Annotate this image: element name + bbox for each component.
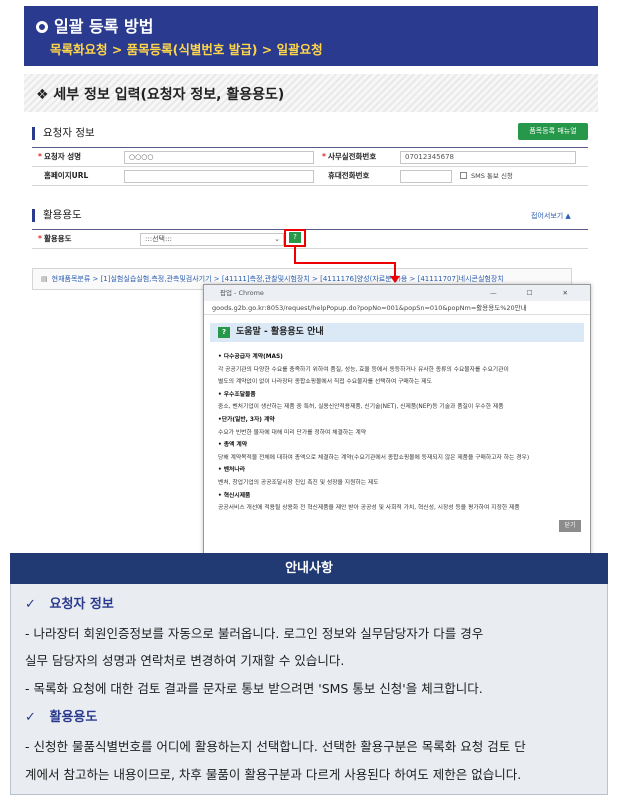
info-title: 안내사항	[10, 553, 608, 584]
requester-group-title: 요청자 정보	[32, 127, 95, 140]
info-line: - 신청한 물품식별번호를 어디에 활용하는지 선택합니다. 선택한 활용구분은…	[25, 739, 526, 754]
popup-item-head: • 우수조달물품	[218, 391, 256, 398]
popup-body: • 다수공급자 계약(MAS) 각 공공기관의 다양한 수요를 충족하기 위하여…	[218, 351, 584, 515]
arrow-head-icon	[390, 276, 400, 283]
check-icon: ✓	[25, 710, 36, 725]
help-question-icon: ?	[218, 327, 230, 338]
popup-title-text: 도움말 - 활용용도 안내	[236, 327, 324, 337]
popup-item-line: 벤처, 창업기업의 공공조달시장 진입 촉진 및 성장을 지원하는 제도	[218, 479, 379, 486]
section-bar: ❖ 세부 정보 입력(요청자 정보, 활용용도)	[24, 74, 598, 112]
sms-label: SMS 통보 신청	[471, 172, 513, 180]
popup-window-title: 팝업 - Chrome	[220, 289, 264, 297]
guide-subtitle: 목록화요청 > 품목등록(식별번호 발급) > 일괄요청	[50, 42, 323, 57]
requester-row: * 요청자 성명 ○○○○ * 사무실전화번호 07012345678	[32, 148, 588, 167]
usage-select[interactable]: :::선택::: ⌄	[140, 233, 284, 246]
popup-titlebar: 팝업 - Chrome — ☐ ✕	[204, 285, 590, 301]
window-controls[interactable]: — ☐ ✕	[490, 285, 582, 301]
homepage-url-input[interactable]	[124, 170, 314, 183]
popup-item-head: •단가(일반, 3자) 계약	[218, 416, 275, 423]
info-section-title: ✓ 활용용도	[25, 710, 98, 725]
arrow-line	[294, 247, 296, 263]
requester-name-input[interactable]: ○○○○	[124, 151, 314, 164]
requester-name-label: * 요청자 성명	[38, 152, 82, 161]
sms-checkbox-wrap[interactable]: SMS 통보 신청	[460, 167, 513, 185]
circle-bullet-icon	[36, 21, 48, 33]
office-phone-input[interactable]: 07012345678	[400, 151, 576, 164]
guide-title: 일괄 등록 방법	[36, 13, 153, 37]
info-body: ✓ 요청자 정보 - 나라장터 회원인증정보를 자동으로 불러옵니다. 로그인 …	[10, 584, 608, 795]
highlight-box	[284, 229, 306, 247]
popup-item-head: • 혁신시제품	[218, 492, 251, 499]
requester-row: 홈페이지URL 휴대전화번호 SMS 통보 신청	[32, 167, 588, 186]
requester-form: * 요청자 성명 ○○○○ * 사무실전화번호 07012345678 홈페이지UR…	[32, 147, 588, 186]
usage-group-title: 활용용도	[32, 209, 82, 222]
popup-item-head: • 벤처나라	[218, 467, 246, 474]
sms-checkbox[interactable]	[460, 172, 467, 179]
arrow-line	[294, 262, 396, 264]
popup-item-line: 수요가 빈번한 물자에 대해 미리 단가를 정하여 체결하는 계약	[218, 429, 367, 436]
info-line: - 목록화 요청에 대한 검토 결과를 문자로 통보 받으려면 'SMS 통보 …	[25, 681, 483, 696]
popup-title: ? 도움말 - 활용용도 안내	[210, 323, 584, 342]
guide-title-text: 일괄 등록 방법	[54, 17, 154, 36]
info-line: 실무 담당자의 성명과 연락처로 변경하여 기재할 수 있습니다.	[25, 653, 345, 668]
popup-item-head: • 총액 계약	[218, 442, 248, 449]
office-phone-label: * 사무실전화번호	[322, 152, 377, 161]
info-line: - 나라장터 회원인증정보를 자동으로 불러옵니다. 로그인 정보와 실무담당자…	[25, 626, 484, 641]
manual-button[interactable]: 품목등록 매뉴얼	[518, 123, 588, 140]
breadcrumb-icon: ▤	[41, 275, 48, 283]
info-line: 계에서 참고하는 내용이므로, 차후 물품이 활용구분과 다르게 사용된다 하여…	[25, 767, 522, 782]
usage-form: * 활용용도 :::선택::: ⌄	[32, 229, 588, 249]
popup-item-line: 당해 계약목적물 전체에 대하여 총액으로 체결하는 계약(수요기관에서 종합쇼…	[218, 454, 530, 461]
section-title: ❖ 세부 정보 입력(요청자 정보, 활용용도)	[36, 87, 285, 103]
usage-row: * 활용용도 :::선택::: ⌄	[32, 230, 588, 249]
guide-header: 일괄 등록 방법 목록화요청 > 품목등록(식별번호 발급) > 일괄요청	[24, 6, 598, 66]
popup-close-button[interactable]: 닫기	[559, 520, 581, 532]
mobile-phone-label: 휴대전화번호	[328, 171, 370, 180]
popup-item-head: • 다수공급자 계약(MAS)	[218, 354, 283, 360]
popup-item-line: 별도의 계약없이 없이 나라장터 종합쇼핑몰에서 직접 수요물자를 선택하여 구…	[218, 379, 432, 386]
collapse-toggle[interactable]: 접어서보기 ▲	[531, 211, 571, 221]
breadcrumb-text: 현재품목분류 > [1]실험실습실험,측정,관측및검사기기 > [41111]측…	[51, 275, 504, 283]
mobile-phone-input[interactable]	[400, 170, 452, 183]
usage-label: * 활용용도	[38, 234, 72, 243]
popup-item-line: 중소, 벤처기업이 생산하는 제품 중 특허, 실용신안적용제품, 신기술(NE…	[218, 404, 504, 411]
homepage-url-label: 홈페이지URL	[44, 171, 89, 180]
chevron-down-icon: ⌄	[274, 235, 280, 243]
check-icon: ✓	[25, 597, 36, 612]
popup-item-line: 각 공공기관의 다양한 수요를 충족하기 위하여 품질, 성능, 효율 등에서 …	[218, 366, 509, 373]
info-section-title: ✓ 요청자 정보	[25, 597, 114, 612]
popup-url-bar: goods.g2b.go.kr:8053/request/helpPopup.d…	[204, 301, 590, 315]
popup-item-line: 공공서비스 개선에 적용될 상용화 전 혁신제품을 제안 받아 공공성 및 사회…	[218, 505, 520, 512]
help-popup-window: 팝업 - Chrome — ☐ ✕ goods.g2b.go.kr:8053/r…	[203, 284, 591, 556]
